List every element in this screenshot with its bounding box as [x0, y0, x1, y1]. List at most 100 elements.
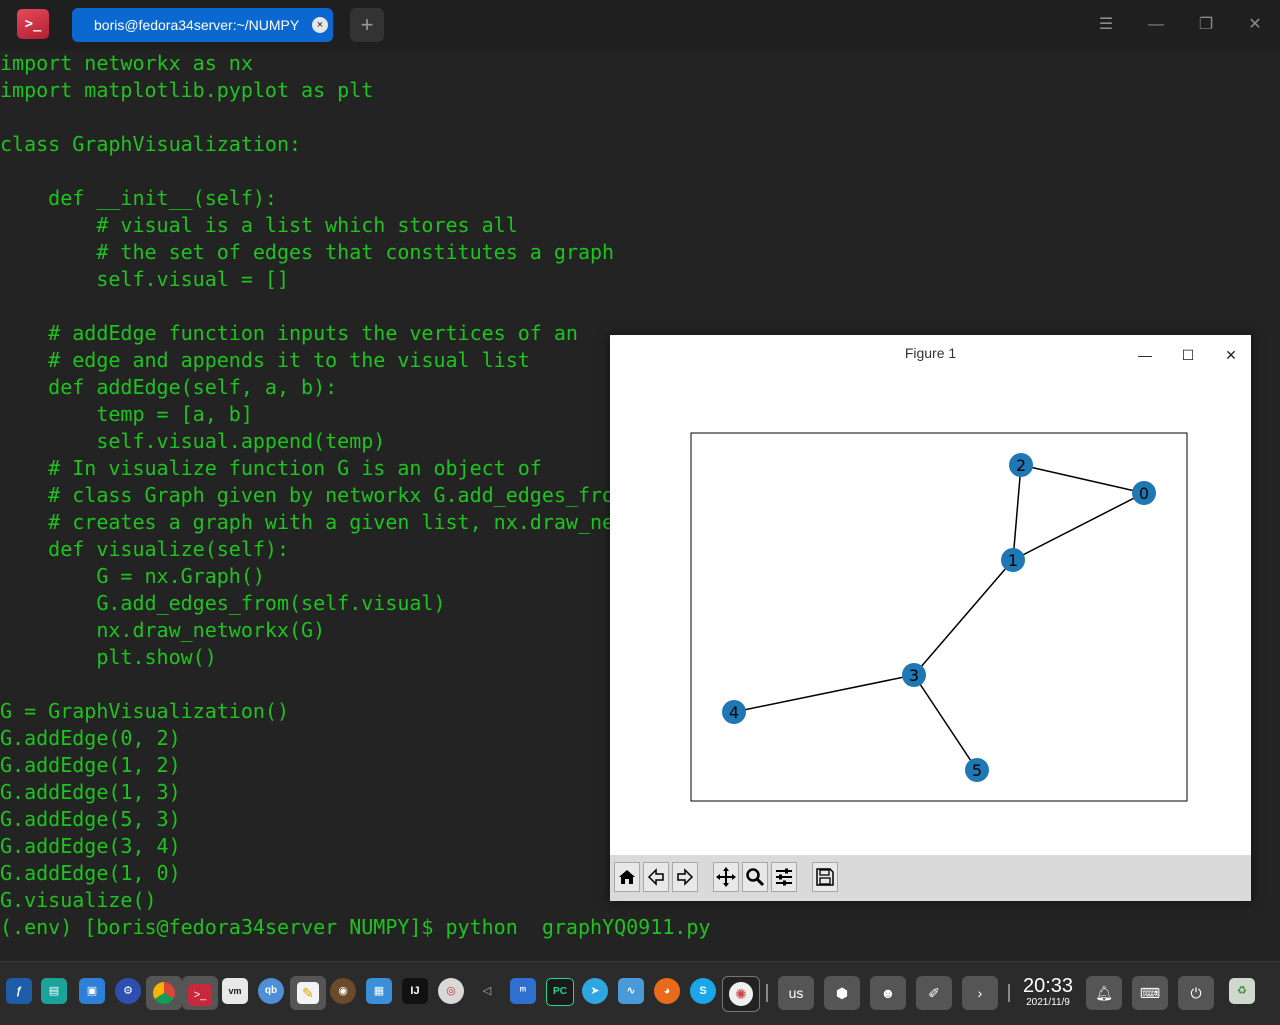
terminal-line: # class Graph given by networkx G.add_ed… [0, 483, 615, 507]
terminal-line: G.visualize() [0, 888, 157, 912]
terminal-line: G.addEdge(3, 4) [0, 834, 181, 858]
power-icon[interactable]: ⏻ [1178, 976, 1214, 1010]
terminal-line: G.addEdge(1, 0) [0, 861, 181, 885]
graph-node-label-4: 4 [729, 703, 739, 722]
terminal-line: G.addEdge(1, 2) [0, 753, 181, 777]
file-manager-icon[interactable]: ▤ [41, 978, 67, 1004]
telegram-icon[interactable]: ➤ [582, 978, 608, 1004]
pan-icon[interactable] [713, 862, 739, 892]
package-icon[interactable]: ⬢ [824, 976, 860, 1010]
clock-time[interactable]: 20:33 [1018, 975, 1078, 998]
graph-node-label-5: 5 [972, 761, 982, 780]
terminal-taskbar-icon: >_ [188, 984, 212, 1006]
taskbar-separator [766, 984, 768, 1002]
chat-app-icon[interactable]: ᵐ [510, 978, 536, 1004]
chrome-icon [153, 982, 175, 1004]
taskbar: ƒ ▤ ▣ ⚙ >_ vm qb ✎ ◉ ▦ IJ ◎ ◁ ᵐ PC ➤ ∿ ◕… [0, 961, 1280, 1025]
keyboard-icon[interactable]: ⌨ [1132, 976, 1168, 1010]
taskbar-terminal-button[interactable]: >_ [182, 976, 218, 1010]
terminal-line: # creates a graph with a given list, nx.… [0, 510, 615, 534]
terminal-line: def addEdge(self, a, b): [0, 375, 338, 399]
matplotlib-icon: ✺ [729, 982, 753, 1006]
disc-icon[interactable]: ◎ [438, 978, 464, 1004]
network-graph-plot[interactable]: 0 1 2 3 4 5 [610, 375, 1251, 855]
terminal-line: # edge and appends it to the visual list [0, 348, 530, 372]
terminal-line: def __init__(self): [0, 186, 277, 210]
terminal-line: self.visual.append(temp) [0, 429, 386, 453]
terminal-line: import matplotlib.pyplot as plt [0, 78, 374, 102]
home-icon[interactable] [614, 862, 640, 892]
terminal-tab[interactable]: boris@fedora34server:~/NUMPY × [72, 8, 333, 42]
close-icon[interactable]: ✕ [1243, 13, 1267, 37]
taskbar-chrome-button[interactable] [146, 976, 182, 1010]
terminal-line: temp = [a, b] [0, 402, 253, 426]
save-icon[interactable] [812, 862, 838, 892]
axes-frame [690, 432, 1188, 802]
tray-expand-icon[interactable]: › [962, 976, 998, 1010]
taskbar-editor-button[interactable]: ✎ [290, 976, 326, 1010]
terminal-line: def visualize(self): [0, 537, 289, 561]
terminal-line: nx.draw_networkx(G) [0, 618, 326, 642]
graph-node-label-1: 1 [1008, 551, 1018, 570]
speaker-icon[interactable]: ◁ [474, 978, 500, 1004]
figure-maximize-icon[interactable]: ☐ [1176, 343, 1200, 367]
terminal-line: import networkx as nx [0, 51, 253, 75]
intellij-icon[interactable]: IJ [402, 978, 428, 1004]
back-icon[interactable] [643, 862, 669, 892]
new-tab-button[interactable]: + [350, 8, 384, 42]
taskbar-figure-button[interactable]: ✺ [722, 976, 760, 1012]
graph-node-label-3: 3 [909, 666, 919, 685]
forward-icon[interactable] [672, 862, 698, 892]
clock-date[interactable]: 2021/11/9 [1018, 997, 1078, 1008]
code-listing: import networkx as nx import matplotlib.p… [0, 50, 710, 941]
firefox-icon[interactable]: ◕ [654, 978, 680, 1004]
figure-window[interactable]: Figure 1 — ☐ ✕ 012345 [610, 335, 1251, 901]
zoom-icon[interactable] [742, 862, 768, 892]
keyboard-layout-button[interactable]: us [778, 976, 814, 1010]
terminal-line: G.addEdge(1, 3) [0, 780, 181, 804]
terminal-line: G.addEdge(0, 2) [0, 726, 181, 750]
screenshot-tool-icon[interactable]: ✐ [916, 976, 952, 1010]
settings-icon[interactable]: ⚙ [115, 978, 141, 1004]
terminal-line: plt.show() [0, 645, 217, 669]
maximize-icon[interactable]: ❐ [1194, 13, 1218, 37]
terminal-line: class GraphVisualization: [0, 132, 302, 156]
graph-node-label-0: 0 [1139, 484, 1149, 503]
fedora-launcher-icon[interactable]: ƒ [6, 978, 32, 1004]
terminal-line: # the set of edges that constitutes a gr… [0, 240, 615, 264]
tab-close-icon[interactable]: × [312, 17, 328, 33]
terminal-titlebar: >_ boris@fedora34server:~/NUMPY × + ☰ — … [0, 0, 1280, 50]
graph-node-label-2: 2 [1016, 456, 1026, 475]
pycharm-icon[interactable]: PC [546, 978, 574, 1006]
configure-subplots-icon[interactable] [771, 862, 797, 892]
vmware-icon[interactable]: vm [222, 978, 248, 1004]
trash-icon[interactable]: ♻ [1229, 978, 1255, 1004]
terminal-line: G = nx.Graph() [0, 564, 265, 588]
menu-icon[interactable]: ☰ [1094, 13, 1118, 37]
skype-icon[interactable]: S [690, 978, 716, 1004]
terminal-line: (.env) [boris@fedora34server NUMPY]$ pyt… [0, 915, 711, 939]
notification-bell-icon[interactable]: 🔔︎ [1086, 976, 1122, 1010]
text-editor-icon: ✎ [297, 982, 319, 1004]
terminal-line: # In visualize function G is an object o… [0, 456, 542, 480]
app-store-icon[interactable]: ▣ [79, 978, 105, 1004]
qbittorrent-icon[interactable]: qb [258, 978, 284, 1004]
minimize-icon[interactable]: — [1144, 13, 1168, 37]
terminal-app-icon[interactable]: >_ [17, 9, 49, 39]
terminal-line: G.addEdge(5, 3) [0, 807, 181, 831]
taskbar-separator-2 [1008, 984, 1010, 1002]
tab-title: boris@fedora34server:~/NUMPY [94, 17, 300, 33]
figure-minimize-icon[interactable]: — [1133, 343, 1157, 367]
matplotlib-toolbar [610, 855, 1251, 901]
tray-app-icon[interactable]: ☻ [870, 976, 906, 1010]
terminal-line: # visual is a list which stores all [0, 213, 518, 237]
gimp-icon[interactable]: ◉ [330, 978, 356, 1004]
app-grid-icon[interactable]: ▦ [366, 978, 392, 1004]
system-monitor-icon[interactable]: ∿ [618, 978, 644, 1004]
figure-close-icon[interactable]: ✕ [1219, 343, 1243, 367]
terminal-line: # addEdge function inputs the vertices o… [0, 321, 578, 345]
